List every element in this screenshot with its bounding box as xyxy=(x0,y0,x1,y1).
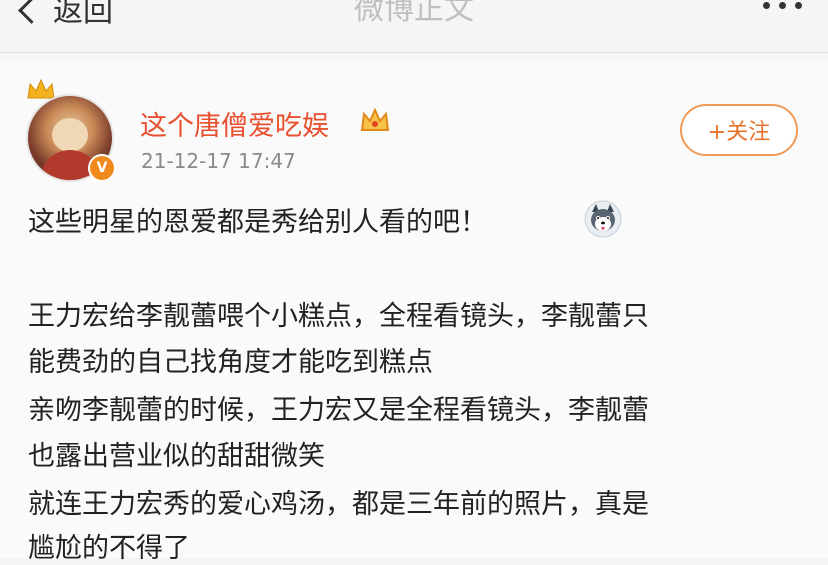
author-avatar[interactable]: V xyxy=(26,78,116,184)
vip-crown-icon xyxy=(360,107,390,131)
page-title: 微博正文 xyxy=(354,0,474,27)
top-nav-bar: 返回 微博正文 xyxy=(0,0,828,53)
follow-button[interactable]: +关注 xyxy=(680,104,798,156)
post-text-line: 也露出营业似的甜甜微笑 xyxy=(28,441,325,472)
husky-emoji-icon xyxy=(584,200,622,238)
post-text-line: 亲吻李靓蕾的时候，王力宏又是全程看镜头，李靓蕾 xyxy=(28,395,649,426)
post-text-line: 这些明星的恩爱都是秀给别人看的吧！ xyxy=(28,207,487,238)
post-timestamp: 21-12-17 17:47 xyxy=(141,149,296,173)
more-options-button[interactable] xyxy=(763,2,802,9)
post-text-line: 就连王力宏秀的爱心鸡汤，都是三年前的照片，真是 xyxy=(28,489,649,520)
more-dot-icon xyxy=(763,2,770,9)
verified-badge-icon: V xyxy=(88,154,116,182)
post-text-line: 能费劲的自己找角度才能吃到糕点 xyxy=(28,347,433,378)
author-username[interactable]: 这个唐僧爱吃娱 xyxy=(140,104,329,143)
post-text-line: 王力宏给李靓蕾喂个小糕点，全程看镜头，李靓蕾只 xyxy=(28,301,649,332)
more-dot-icon xyxy=(795,2,802,9)
post-text-line: 尴尬的不得了 xyxy=(28,533,190,564)
more-dot-icon xyxy=(779,2,786,9)
